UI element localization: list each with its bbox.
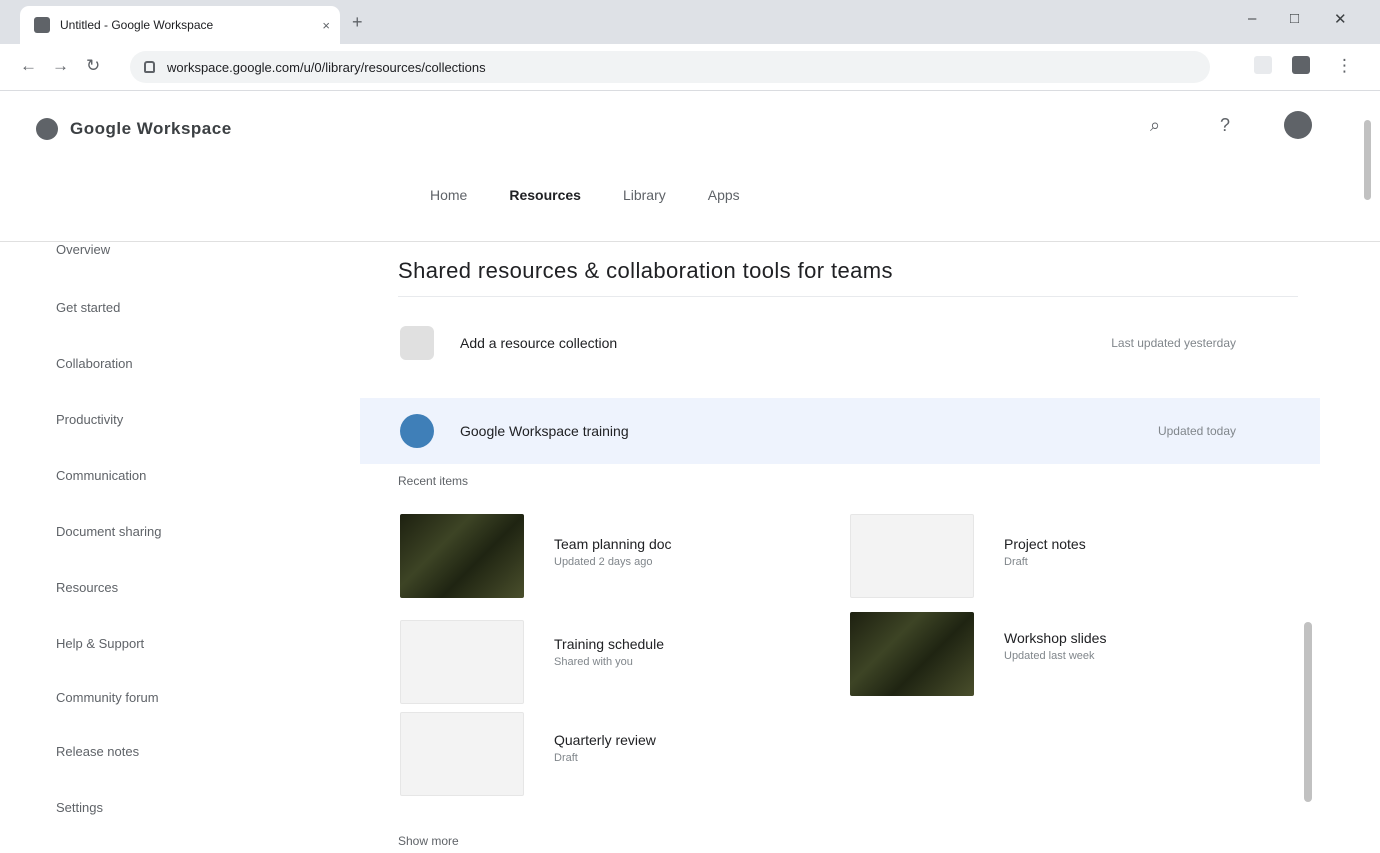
reload-icon[interactable]: ↻ — [86, 56, 100, 76]
resource-row-selected[interactable]: Google Workspace training Updated today — [360, 398, 1320, 464]
card-subtitle: Draft — [554, 752, 578, 764]
main-content: Shared resources & collaboration tools f… — [360, 242, 1320, 853]
sidebar-item-resources[interactable]: Resources — [56, 580, 118, 595]
extension-icon[interactable] — [1254, 56, 1272, 74]
card-title: Training schedule — [554, 636, 664, 652]
help-icon[interactable]: ? — [1220, 115, 1230, 136]
sidebar-item-collaboration[interactable]: Collaboration — [56, 356, 133, 371]
globe-icon — [400, 414, 434, 448]
card-subtitle: Updated 2 days ago — [554, 556, 653, 568]
card-title: Workshop slides — [1004, 630, 1107, 646]
content-card[interactable]: Quarterly review Draft — [400, 712, 656, 796]
minimize-button[interactable]: – — [1248, 10, 1256, 27]
tab-home[interactable]: Home — [430, 187, 467, 211]
sidebar-item-productivity[interactable]: Productivity — [56, 412, 123, 427]
card-thumbnail — [850, 612, 974, 696]
browser-tab[interactable]: Untitled - Google Workspace × — [20, 6, 340, 44]
title-divider — [398, 296, 1298, 297]
content-card[interactable]: Training schedule Shared with you — [400, 620, 664, 704]
tab-close-icon[interactable]: × — [322, 18, 330, 33]
sidebar: Overview Get started Collaboration Produ… — [0, 242, 300, 853]
page-title: Shared resources & collaboration tools f… — [398, 258, 893, 283]
card-title: Team planning doc — [554, 536, 672, 552]
folder-icon — [400, 326, 434, 360]
tab-resources[interactable]: Resources — [509, 187, 581, 211]
new-tab-button[interactable]: + — [352, 12, 363, 33]
address-bar[interactable] — [130, 51, 1210, 83]
maximize-button[interactable]: □ — [1290, 10, 1299, 27]
site-nav-tabs: Home Resources Library Apps — [430, 187, 740, 211]
card-thumbnail — [400, 620, 524, 704]
card-subtitle: Updated last week — [1004, 650, 1095, 662]
browser-toolbar: ← → ↻ ⋮ — [0, 44, 1380, 91]
page-scrollbar[interactable] — [1364, 120, 1371, 200]
brand-name: Google Workspace — [70, 119, 232, 138]
favicon-icon — [34, 17, 50, 33]
menu-icon[interactable]: ⋮ — [1336, 56, 1353, 76]
avatar[interactable] — [1284, 111, 1312, 139]
sidebar-item-get-started[interactable]: Get started — [56, 300, 120, 315]
card-subtitle: Draft — [1004, 556, 1028, 568]
sidebar-item-forum[interactable]: Community forum — [56, 690, 159, 705]
address-input[interactable] — [165, 58, 1169, 76]
search-icon[interactable]: ⌕ — [1150, 115, 1160, 136]
profile-icon[interactable] — [1292, 56, 1310, 74]
forward-icon[interactable]: → — [52, 56, 69, 76]
back-icon[interactable]: ← — [20, 56, 37, 76]
card-subtitle: Shared with you — [554, 656, 633, 668]
tab-apps[interactable]: Apps — [708, 187, 740, 211]
resource-row-meta: Last updated yesterday — [1111, 336, 1236, 350]
site-header: Google Workspace ⌕ ? Home Resources Libr… — [0, 91, 1380, 242]
show-more-link[interactable]: Show more — [398, 834, 459, 848]
lock-icon — [144, 61, 155, 73]
tab-library[interactable]: Library — [623, 187, 666, 211]
sidebar-item-help[interactable]: Help & Support — [56, 636, 144, 651]
resource-row-label: Google Workspace training — [460, 423, 629, 439]
content-card[interactable]: Team planning doc Updated 2 days ago — [400, 514, 672, 598]
section-label: Recent items — [398, 474, 469, 488]
sidebar-item-communication[interactable]: Communication — [56, 468, 146, 483]
sidebar-item-settings[interactable]: Settings — [56, 800, 103, 815]
card-title: Quarterly review — [554, 732, 656, 748]
card-title: Project notes — [1004, 536, 1086, 552]
resource-row-label: Add a resource collection — [460, 335, 618, 351]
card-thumbnail — [400, 514, 524, 598]
close-window-button[interactable]: ✕ — [1334, 10, 1347, 28]
sidebar-item-overview[interactable]: Overview — [56, 242, 110, 257]
resource-row-meta: Updated today — [1157, 424, 1236, 438]
card-thumbnail — [400, 712, 524, 796]
content-scrollbar[interactable] — [1304, 622, 1312, 802]
browser-tabstrip: Untitled - Google Workspace × + – □ ✕ — [0, 0, 1380, 44]
resource-row[interactable]: Add a resource collection Last updated y… — [360, 310, 1320, 376]
sidebar-item-sharing[interactable]: Document sharing — [56, 524, 162, 539]
site-logo[interactable]: Google Workspace — [36, 118, 232, 140]
content-card[interactable]: Workshop slides Updated last week — [850, 612, 1106, 696]
card-thumbnail — [850, 514, 974, 598]
logo-icon — [36, 118, 58, 140]
tab-title: Untitled - Google Workspace — [60, 18, 214, 32]
content-card[interactable]: Project notes Draft — [850, 514, 1086, 598]
sidebar-item-release-notes[interactable]: Release notes — [56, 744, 139, 759]
